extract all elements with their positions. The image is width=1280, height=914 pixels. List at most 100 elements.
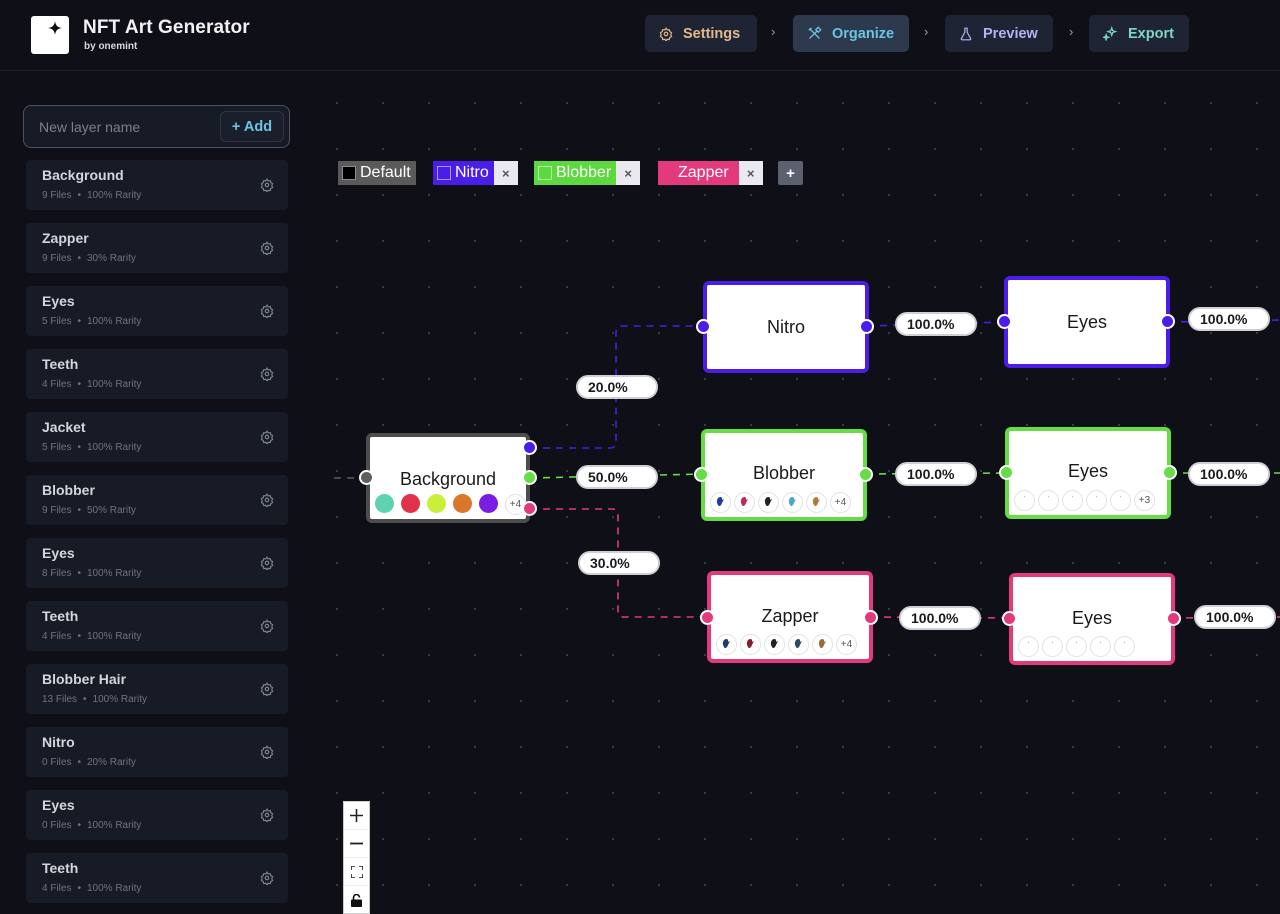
layer-item[interactable]: Eyes 0 Files • 100% Rarity xyxy=(26,790,288,840)
layer-item[interactable]: Blobber Hair 13 Files • 100% Rarity xyxy=(26,664,288,714)
layer-item[interactable]: Zapper 9 Files • 30% Rarity xyxy=(26,223,288,273)
layer-settings-button[interactable] xyxy=(260,871,274,890)
edge-label-blobber-eyes-out[interactable]: 100.0% xyxy=(1188,462,1270,486)
fit-view-button[interactable] xyxy=(344,858,369,886)
edge-label-bg-blobber[interactable]: 50.0% xyxy=(576,465,658,489)
layer-settings-button[interactable] xyxy=(260,619,274,638)
add-layer-button[interactable]: + Add xyxy=(220,111,284,142)
layer-item[interactable]: Teeth 4 Files • 100% Rarity xyxy=(26,853,288,903)
step-settings[interactable]: Settings xyxy=(645,15,757,52)
color-swatch xyxy=(453,494,472,513)
edge-label-nitro-eyes-out[interactable]: 100.0% xyxy=(1188,307,1270,331)
node-nitro[interactable]: Nitro xyxy=(703,281,869,373)
thumbnail xyxy=(1018,636,1039,657)
more-count: +3 xyxy=(1134,490,1155,511)
layer-file-count: 9 Files xyxy=(42,190,72,201)
layer-settings-button[interactable] xyxy=(260,808,274,827)
more-count: +4 xyxy=(830,492,851,513)
layer-settings-button[interactable] xyxy=(260,178,274,197)
layer-meta: 0 Files • 20% Rarity xyxy=(42,757,136,768)
layer-name: Eyes xyxy=(42,293,75,309)
layer-settings-button[interactable] xyxy=(260,304,274,323)
layer-rarity: 100% Rarity xyxy=(86,820,142,831)
handle-input[interactable] xyxy=(694,467,709,482)
step-organize[interactable]: Organize xyxy=(793,15,909,52)
handle-output[interactable] xyxy=(1160,314,1175,329)
layer-item[interactable]: Eyes 8 Files • 100% Rarity xyxy=(26,538,288,588)
handle-output[interactable] xyxy=(858,467,873,482)
zoom-out-button[interactable] xyxy=(344,830,369,858)
layer-item[interactable]: Blobber 9 Files • 50% Rarity xyxy=(26,475,288,525)
fit-view-icon xyxy=(350,865,363,878)
handle-input[interactable] xyxy=(700,610,715,625)
edge-label-nitro-eyes[interactable]: 100.0% xyxy=(895,312,977,336)
more-count: +4 xyxy=(836,634,857,655)
handle-input[interactable] xyxy=(999,465,1014,480)
tools-icon xyxy=(808,26,822,39)
edge-label-zapper-eyes-out[interactable]: 100.0% xyxy=(1194,605,1276,629)
edge-label-zapper-eyes[interactable]: 100.0% xyxy=(899,606,981,630)
edge-label-blobber-eyes[interactable]: 100.0% xyxy=(895,462,977,486)
gear-icon xyxy=(260,808,274,824)
gear-icon xyxy=(659,26,673,41)
node-background[interactable]: Background +4 xyxy=(366,433,530,523)
layer-rarity: 20% Rarity xyxy=(86,757,136,768)
gear-icon xyxy=(260,241,274,257)
node-blobber-eyes[interactable]: Eyes +3 xyxy=(1005,427,1171,519)
handle-output[interactable] xyxy=(859,319,874,334)
layer-name: Zapper xyxy=(42,230,89,246)
layer-settings-button[interactable] xyxy=(260,493,274,512)
new-layer-input[interactable] xyxy=(39,116,219,138)
layer-name: Background xyxy=(42,167,124,183)
handle-input[interactable] xyxy=(1002,611,1017,626)
handle-input[interactable] xyxy=(696,319,711,334)
node-blobber[interactable]: Blobber +4 xyxy=(701,429,867,521)
layer-settings-button[interactable] xyxy=(260,241,274,260)
flow-canvas[interactable]: Default Nitro × Blobber × Zapper × + Bac… xyxy=(300,72,1280,914)
layer-meta: 5 Files • 100% Rarity xyxy=(42,316,141,327)
handle-input-background[interactable] xyxy=(359,470,374,485)
layer-item[interactable]: Background 9 Files • 100% Rarity xyxy=(26,160,288,210)
step-export[interactable]: Export xyxy=(1089,15,1189,52)
layer-settings-button[interactable] xyxy=(260,367,274,386)
node-title: Blobber xyxy=(752,463,816,483)
handle-output-nitro[interactable] xyxy=(522,440,537,455)
edge-label-bg-zapper[interactable]: 30.0% xyxy=(578,551,660,575)
separator-dot: • xyxy=(77,757,81,768)
handle-output-blobber[interactable] xyxy=(522,470,537,485)
thumbnail xyxy=(1038,490,1059,511)
zoom-in-button[interactable] xyxy=(344,802,369,830)
layer-meta: 0 Files • 100% Rarity xyxy=(42,820,141,831)
layer-item[interactable]: Nitro 0 Files • 20% Rarity xyxy=(26,727,288,777)
layer-item[interactable]: Teeth 4 Files • 100% Rarity xyxy=(26,601,288,651)
thumbnail xyxy=(1066,636,1087,657)
handle-output-zapper[interactable] xyxy=(522,501,537,516)
node-zapper[interactable]: Zapper +4 xyxy=(707,571,873,663)
layer-file-count: 5 Files xyxy=(42,316,72,327)
handle-input[interactable] xyxy=(997,314,1012,329)
layer-item[interactable]: Jacket 5 Files • 100% Rarity xyxy=(26,412,288,462)
layer-settings-button[interactable] xyxy=(260,745,274,764)
layer-name: Teeth xyxy=(42,860,79,876)
layer-list: Background 9 Files • 100% Rarity Zapper 9 Fil… xyxy=(26,160,288,914)
edge-label-bg-nitro[interactable]: 20.0% xyxy=(576,375,658,399)
minus-icon xyxy=(350,842,363,845)
layer-meta: 13 Files • 100% Rarity xyxy=(42,694,147,705)
layer-item[interactable]: Teeth 4 Files • 100% Rarity xyxy=(26,349,288,399)
layer-settings-button[interactable] xyxy=(260,556,274,575)
handle-output[interactable] xyxy=(863,610,878,625)
lock-button[interactable] xyxy=(344,886,369,914)
node-nitro-eyes[interactable]: Eyes xyxy=(1004,276,1170,368)
layer-item[interactable]: Eyes 5 Files • 100% Rarity xyxy=(26,286,288,336)
handle-output[interactable] xyxy=(1166,611,1181,626)
node-zapper-eyes[interactable]: Eyes xyxy=(1009,573,1175,665)
layer-meta: 9 Files • 100% Rarity xyxy=(42,190,141,201)
layer-name: Nitro xyxy=(42,734,75,750)
node-title: Zapper xyxy=(761,606,819,626)
layer-settings-button[interactable] xyxy=(260,682,274,701)
node-thumbnails: +4 xyxy=(716,634,857,655)
handle-output[interactable] xyxy=(1162,465,1177,480)
layer-settings-button[interactable] xyxy=(260,430,274,449)
step-preview[interactable]: Preview xyxy=(945,15,1053,52)
layer-rarity: 100% Rarity xyxy=(92,694,147,705)
